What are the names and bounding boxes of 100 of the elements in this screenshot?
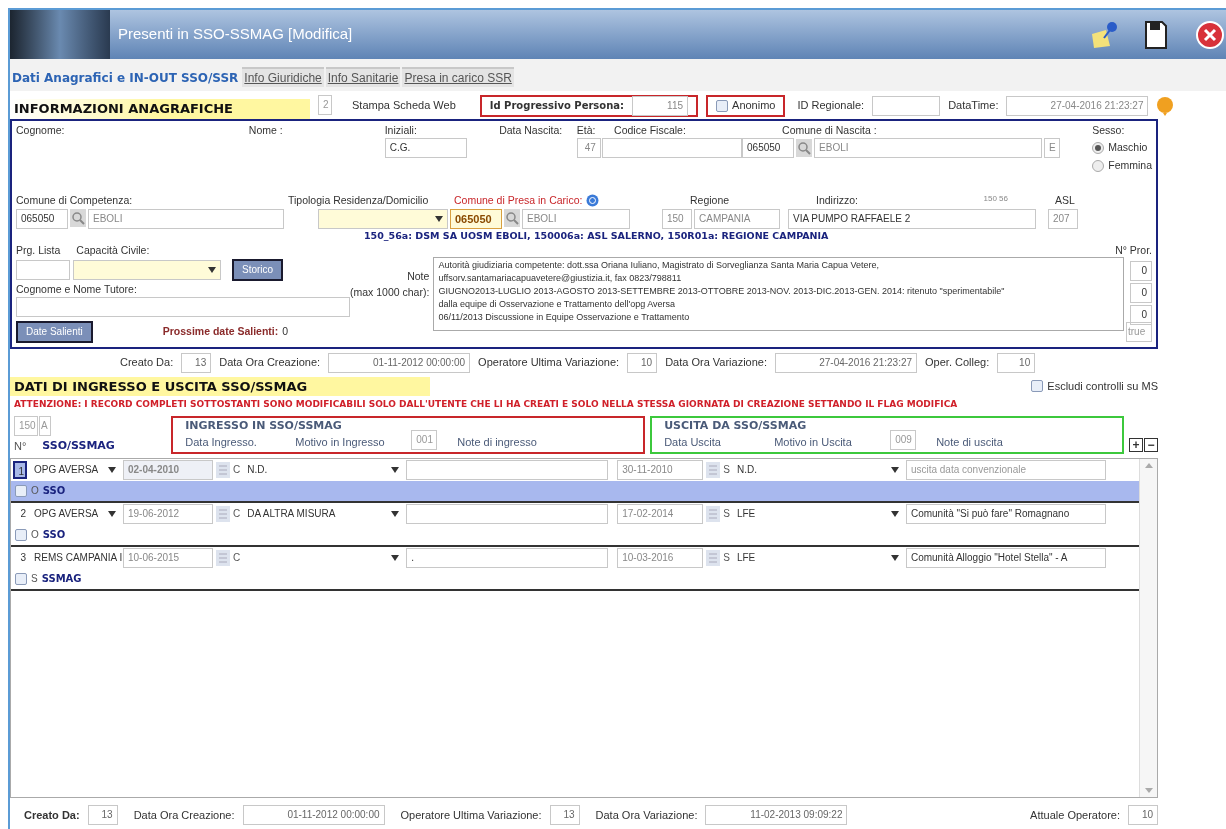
- label: Cognome e Nome Tutore:: [16, 281, 138, 297]
- input-field[interactable]: Comunità Alloggio "Hotel Stella" - A: [905, 547, 1106, 568]
- input-field[interactable]: EBOLI: [88, 208, 284, 229]
- input-field[interactable]: 207: [1048, 208, 1078, 229]
- input-field[interactable]: 13: [549, 805, 580, 826]
- label: Operatore Ultima Variazione:: [478, 355, 620, 371]
- key-dates-button[interactable]: Date Salienti: [16, 320, 93, 343]
- input-field[interactable]: 27-04-2016 21:23:27: [1006, 95, 1149, 116]
- label: Età:: [576, 122, 597, 138]
- input-field[interactable]: 10: [997, 352, 1036, 373]
- calendar-icon[interactable]: [216, 549, 230, 566]
- input-field[interactable]: 10: [627, 352, 658, 373]
- row-detail[interactable]: S SSMAG: [11, 568, 1139, 589]
- calendar-icon[interactable]: [216, 461, 230, 478]
- input-field[interactable]: 065050: [16, 208, 68, 229]
- input-field[interactable]: 13: [87, 805, 118, 826]
- notes-textarea[interactable]: Autorità giudiziaria competente: dott.ssa Oriana Iuliano, Magistrato di Sorveglianza Santa Maria Capua Vetere, uffsorv.santamariacapuavetere@giustizia.it, fax 0823/798811 GIUGNO2013-LUGLIO 2013-AGOSTO 2013-SETTEMBRE 2013-OTTOBRE 2013-NOV. 2013-DIC.2013-GEN. 2014: ritenuto "sperimentabile" dalla equipe di Osservazione e Trattamento dell'opg Aversa 06/11/2013 Discussione in Equipe Osservazione e Trattamento: [433, 256, 1124, 331]
- input-field[interactable]: 27-04-2016 21:23:27: [775, 352, 918, 373]
- input-field[interactable]: .: [406, 547, 609, 568]
- search-icon[interactable]: [796, 139, 813, 158]
- input-field[interactable]: [602, 138, 743, 159]
- save-icon[interactable]: [1144, 19, 1168, 50]
- input-field[interactable]: 065050: [450, 208, 502, 229]
- checkbox[interactable]: [716, 99, 729, 112]
- input-field[interactable]: 19-06-2012: [123, 503, 213, 524]
- label: 150 56: [983, 192, 1009, 205]
- help-icon[interactable]: [1156, 95, 1175, 116]
- input-field[interactable]: 30-11-2010: [617, 459, 704, 480]
- radio-button[interactable]: [1092, 142, 1105, 155]
- input-field[interactable]: 065050: [742, 138, 795, 159]
- calendar-icon[interactable]: [706, 461, 721, 478]
- input-field[interactable]: 0: [1130, 304, 1152, 325]
- input-field[interactable]: 01-11-2012 00:00:00: [242, 805, 385, 826]
- section-title: DATI DI INGRESSO E USCITA SSO/SSMAG: [10, 376, 430, 397]
- input-field[interactable]: 01-11-2012 00:00:00: [328, 352, 471, 373]
- input-field[interactable]: 17-02-2014: [617, 503, 704, 524]
- info-icon[interactable]: [586, 194, 600, 208]
- input-field[interactable]: Comunità "Si può fare" Romagnano: [905, 503, 1106, 524]
- input-field[interactable]: 11-02-2013 09:09:22: [705, 805, 848, 826]
- warning-text: ATTENZIONE: I RECORD COMPLETI SOTTOSTANTI SONO MODIFICABILI SOLO DALL'UTENTE CHE LI HA CREATI E SOLO NELLA STESSA GIORNATA DI CREAZIONE SETTANDO IL FLAG MODIFICA: [13, 398, 959, 412]
- input-field[interactable]: 10: [1128, 805, 1158, 826]
- checkbox[interactable]: [15, 528, 27, 541]
- row-number[interactable]: 2: [13, 504, 27, 523]
- calendar-icon[interactable]: [706, 505, 721, 522]
- input-field[interactable]: 13: [181, 352, 212, 373]
- tab[interactable]: Info Giuridiche: [242, 66, 324, 87]
- print-link[interactable]: Stampa Scheda Web: [352, 97, 456, 114]
- add-button[interactable]: +: [1129, 437, 1143, 452]
- input-field[interactable]: 115: [632, 95, 689, 116]
- input-field[interactable]: [16, 297, 350, 318]
- input-field[interactable]: [406, 503, 609, 524]
- row-number[interactable]: 1: [13, 460, 27, 479]
- tab[interactable]: Dati Anagrafici e IN-OUT SSO/SSR: [10, 68, 241, 87]
- label: 0: [282, 324, 289, 340]
- remove-button[interactable]: −: [1144, 437, 1158, 452]
- tab[interactable]: Info Sanitarie: [325, 66, 401, 87]
- label: N° Pror.: [1115, 242, 1152, 258]
- input-field[interactable]: 10-06-2015: [123, 547, 213, 568]
- label: N°: [14, 438, 27, 454]
- input-field[interactable]: E: [1044, 138, 1061, 159]
- input-field[interactable]: [872, 95, 941, 116]
- input-field[interactable]: [16, 259, 70, 280]
- label: Data Ora Variazione:: [665, 355, 768, 371]
- input-field[interactable]: C.G.: [384, 138, 467, 159]
- input-field[interactable]: CAMPANIA: [694, 208, 780, 229]
- dropdown[interactable]: [73, 259, 221, 280]
- input-field[interactable]: VIA PUMPO RAFFAELE 2: [788, 208, 1036, 229]
- input-field[interactable]: [406, 459, 609, 480]
- input-field[interactable]: 0: [1130, 282, 1152, 303]
- radio-button[interactable]: [1092, 160, 1105, 173]
- history-button[interactable]: Storico: [232, 258, 284, 281]
- tab[interactable]: Presa in carico SSR: [402, 66, 514, 87]
- label: Regione: [689, 192, 731, 208]
- label: Data Ingresso.: [185, 435, 258, 451]
- checkbox[interactable]: [15, 572, 27, 585]
- search-icon[interactable]: [70, 208, 86, 227]
- close-icon[interactable]: [1196, 20, 1224, 49]
- row-detail[interactable]: O SSO: [11, 524, 1139, 545]
- caret-icon: [890, 554, 899, 561]
- input-field[interactable]: 47: [576, 138, 601, 159]
- checkbox[interactable]: [1031, 380, 1044, 393]
- label: Data Uscita: [664, 435, 722, 451]
- calendar-icon[interactable]: [216, 505, 230, 522]
- row-detail[interactable]: O SSO: [11, 480, 1139, 501]
- scrollbar[interactable]: [1139, 458, 1157, 797]
- dropdown[interactable]: [318, 208, 448, 229]
- input-field[interactable]: EBOLI: [814, 138, 1043, 159]
- checkbox[interactable]: [15, 484, 27, 497]
- row-number[interactable]: 3: [13, 548, 27, 567]
- calendar-icon[interactable]: [706, 549, 721, 566]
- label: S: [723, 463, 730, 478]
- input-field[interactable]: 10-03-2016: [617, 547, 704, 568]
- label: C: [233, 507, 241, 522]
- pin-icon[interactable]: [1090, 19, 1120, 50]
- input-field[interactable]: 0: [1130, 260, 1152, 281]
- label: Sesso:: [1092, 122, 1126, 138]
- scroll-down-icon: [1144, 787, 1153, 793]
- input-field[interactable]: 150: [662, 208, 692, 229]
- input-field[interactable]: EBOLI: [522, 208, 630, 229]
- search-icon[interactable]: [504, 208, 520, 227]
